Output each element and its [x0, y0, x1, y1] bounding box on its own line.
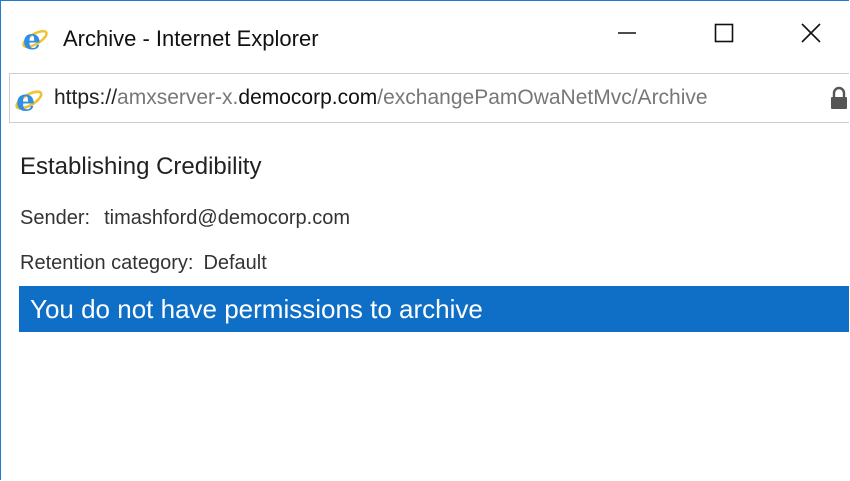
- retention-row: Retention category: Default: [20, 252, 267, 275]
- address-bar[interactable]: e https://amxserver-x.democorp.com/excha…: [9, 73, 849, 123]
- url-domain: democorp.com: [238, 86, 378, 109]
- url-subdomain: amxserver-x.: [117, 86, 239, 109]
- close-icon: [801, 22, 821, 48]
- minimize-icon: [617, 23, 637, 48]
- retention-value: Default: [203, 252, 267, 274]
- svg-text:e: e: [16, 84, 35, 115]
- url-path: /exchangePamOwaNetMvc/Archive: [377, 86, 708, 109]
- page-content: Establishing Credibility Sender: timashfo…: [1, 123, 849, 481]
- permission-error-banner: You do not have permissions to archive: [19, 286, 849, 332]
- maximize-icon: [714, 23, 734, 48]
- url-text[interactable]: https://amxserver-x.democorp.com/exchang…: [54, 86, 708, 110]
- internet-explorer-icon: e: [21, 23, 51, 56]
- url-scheme: https://: [54, 86, 118, 109]
- sender-value: timashford@democorp.com: [104, 207, 351, 229]
- svg-text:e: e: [23, 23, 41, 53]
- window-title: Archive - Internet Explorer: [63, 26, 319, 51]
- retention-label: Retention category:: [20, 252, 194, 274]
- title-bar[interactable]: e Archive - Internet Explorer: [1, 1, 849, 69]
- lock-icon[interactable]: [828, 86, 849, 110]
- minimize-button[interactable]: [587, 1, 667, 69]
- sender-label: Sender:: [20, 207, 91, 229]
- message-subject: Establishing Credibility: [20, 153, 262, 180]
- browser-window: e Archive - Internet Explorer e https://…: [0, 0, 849, 480]
- internet-explorer-icon: e: [14, 83, 46, 119]
- close-button[interactable]: [771, 1, 850, 69]
- permission-error-text: You do not have permissions to archive: [30, 294, 483, 324]
- maximize-button[interactable]: [684, 1, 764, 69]
- sender-row: Sender: timashford@democorp.com: [20, 207, 350, 230]
